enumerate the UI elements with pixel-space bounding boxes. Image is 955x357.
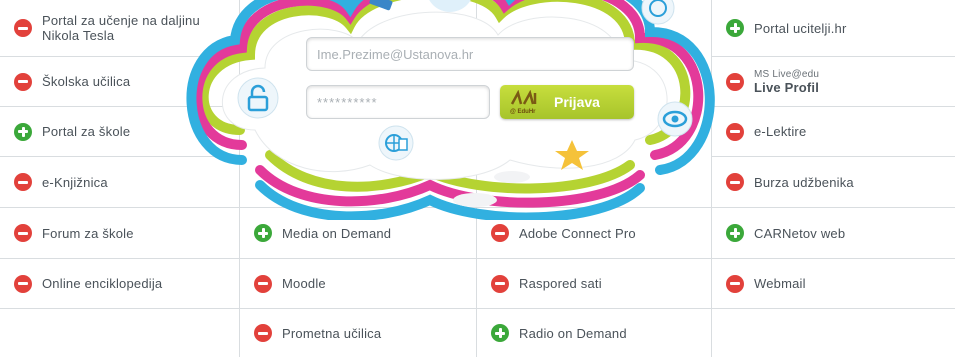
link-e-lektire[interactable]: e-Lektire [712, 107, 955, 157]
remove-icon[interactable] [14, 224, 32, 242]
login-cloud: Ime.Prezime@Ustanova.hr ********** @ Edu… [180, 0, 720, 220]
remove-icon[interactable] [14, 274, 32, 293]
link-label: Portal za učenje na daljinu Nikola Tesla [42, 13, 200, 43]
remove-icon[interactable] [491, 224, 509, 242]
login-button-label: Prijava [554, 94, 600, 110]
add-icon[interactable] [14, 122, 32, 141]
remove-icon[interactable] [491, 274, 509, 293]
remove-icon[interactable] [14, 72, 32, 91]
link-label-small: MS Live@edu [754, 68, 820, 80]
link-prometna-ucilica[interactable]: Prometna učilica [240, 309, 477, 357]
link-carnetov-web[interactable]: CARNetov web [712, 208, 955, 259]
add-icon[interactable] [254, 224, 272, 242]
remove-icon[interactable] [726, 173, 744, 191]
link-label: Portal ucitelji.hr [754, 20, 847, 36]
link-label: e-Knjižnica [42, 174, 108, 190]
login-button[interactable]: @ EduHr Prijava [500, 85, 634, 119]
add-icon[interactable] [491, 324, 509, 342]
empty-cell [0, 309, 240, 357]
remove-icon[interactable] [14, 173, 32, 191]
empty-cell [712, 309, 955, 357]
link-label: Live Profil [754, 79, 820, 95]
link-label-stack: MS Live@edu Live Profil [754, 69, 819, 95]
remove-icon[interactable] [726, 72, 744, 91]
link-label: Moodle [282, 276, 326, 291]
link-raspored-sati[interactable]: Raspored sati [477, 259, 712, 309]
link-label: Burza udžbenika [754, 174, 854, 190]
password-input[interactable]: ********** [306, 85, 490, 119]
link-label: Raspored sati [519, 276, 602, 291]
globe-icon [429, 0, 471, 12]
link-label: Webmail [754, 276, 806, 291]
logo-caption: @ EduHr [510, 109, 536, 115]
link-label: CARNetov web [754, 225, 846, 241]
link-moodle[interactable]: Moodle [240, 259, 477, 309]
username-placeholder: Ime.Prezime@Ustanova.hr [317, 46, 474, 62]
link-webmail[interactable]: Webmail [712, 259, 955, 309]
link-label: e-Lektire [754, 124, 807, 139]
link-label: Školska učilica [42, 74, 131, 89]
link-portal-ucitelji[interactable]: Portal ucitelji.hr [712, 0, 955, 57]
aai-logo-icon: @ EduHr [510, 89, 542, 115]
link-label: Portal za škole [42, 124, 131, 139]
eye-icon [657, 101, 693, 137]
remove-icon[interactable] [254, 274, 272, 293]
link-label: Adobe Connect Pro [519, 225, 636, 241]
remove-icon[interactable] [254, 324, 272, 342]
link-label: Prometna učilica [282, 325, 382, 341]
link-radio-on-demand[interactable]: Radio on Demand [477, 309, 712, 357]
password-value: ********** [317, 94, 378, 110]
link-label: Media on Demand [282, 225, 392, 241]
username-input[interactable]: Ime.Prezime@Ustanova.hr [306, 37, 634, 71]
link-label: Radio on Demand [519, 325, 627, 341]
globe-document-icon [378, 125, 414, 161]
link-online-enciklopedija[interactable]: Online enciklopedija [0, 259, 240, 309]
link-label: Online enciklopedija [42, 276, 163, 291]
link-live-profil[interactable]: MS Live@edu Live Profil [712, 57, 955, 107]
remove-icon[interactable] [14, 19, 32, 37]
link-burza-udzbenika[interactable]: Burza udžbenika [712, 157, 955, 208]
link-label: Forum za škole [42, 225, 134, 241]
remove-icon[interactable] [726, 122, 744, 141]
lock-icon [237, 77, 279, 119]
add-icon[interactable] [726, 224, 744, 242]
add-icon[interactable] [726, 19, 744, 37]
remove-icon[interactable] [726, 274, 744, 293]
